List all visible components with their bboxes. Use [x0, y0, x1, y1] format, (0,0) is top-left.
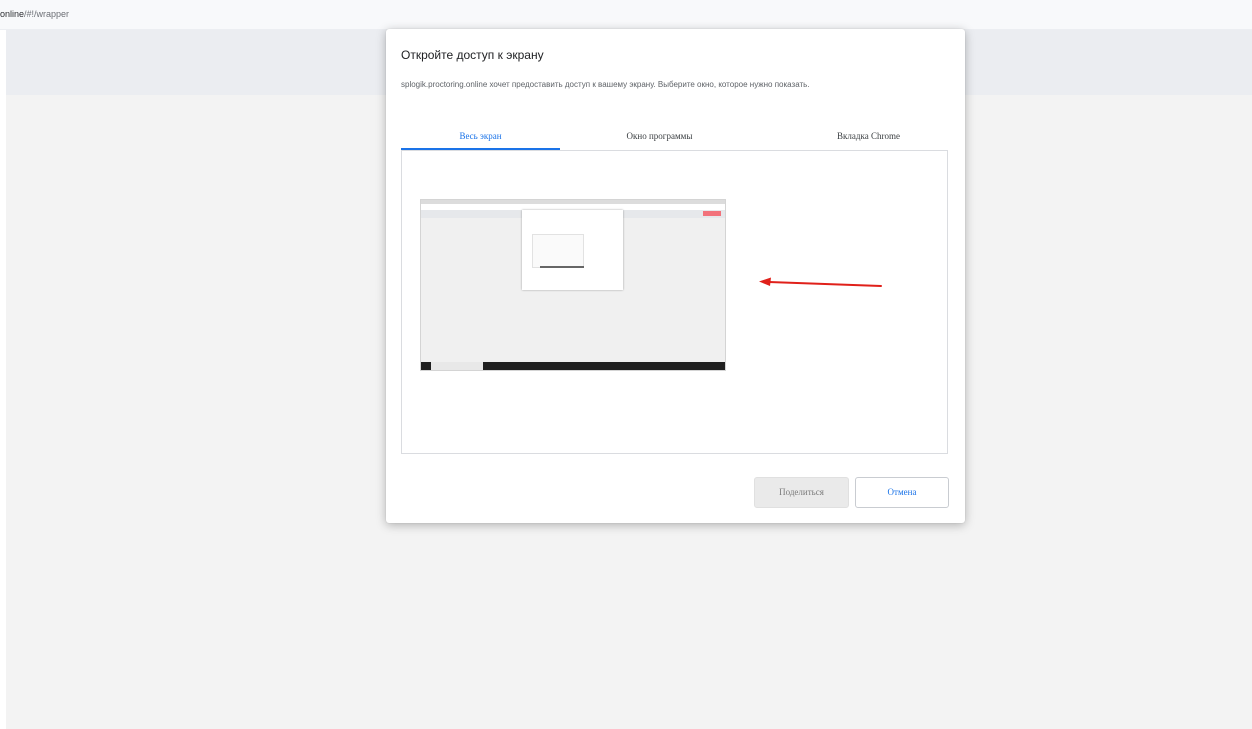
- tab-chrome-tab[interactable]: Вкладка Chrome: [789, 126, 948, 148]
- thumbnail-dialog: [522, 210, 623, 290]
- share-button[interactable]: Поделиться: [754, 477, 849, 508]
- thumbnail-red-button: [703, 211, 721, 216]
- screen-preview-area: [401, 150, 948, 454]
- screen-thumbnail[interactable]: [420, 199, 726, 371]
- cancel-button[interactable]: Отмена: [855, 477, 949, 508]
- thumbnail-dialog-preview: [532, 234, 584, 268]
- address-bar[interactable]: online/#!/wrapper: [0, 0, 1252, 30]
- share-source-tabs: Весь экран Окно программы Вкладка Chrome: [401, 126, 948, 150]
- thumbnail-taskbar-search: [431, 362, 483, 370]
- dialog-description: splogik.proctoring.online хочет предоста…: [401, 80, 810, 89]
- tab-application-window[interactable]: Окно программы: [580, 126, 739, 148]
- thumbnail-dialog-bar: [540, 266, 584, 268]
- url-text: online/#!/wrapper: [0, 9, 69, 19]
- screen-share-dialog: Откройте доступ к экрану splogik.proctor…: [386, 29, 965, 523]
- red-arrow-icon: [759, 277, 882, 287]
- tab-entire-screen[interactable]: Весь экран: [401, 126, 560, 150]
- browser-page: online/#!/wrapper Откройте доступ к экра…: [0, 0, 1252, 729]
- dialog-title: Откройте доступ к экрану: [401, 48, 544, 62]
- url-path: /#!/wrapper: [24, 9, 70, 19]
- url-host: online: [0, 9, 25, 19]
